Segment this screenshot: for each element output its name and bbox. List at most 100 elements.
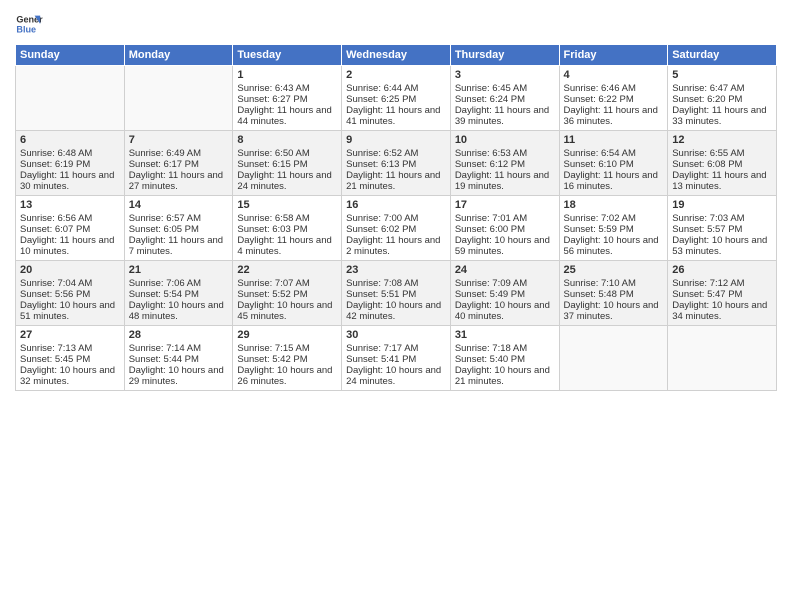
day-info: Daylight: 11 hours and 30 minutes. [20, 170, 120, 192]
weekday-header-row: SundayMondayTuesdayWednesdayThursdayFrid… [16, 45, 777, 66]
calendar-cell [668, 326, 777, 391]
calendar-cell: 29Sunrise: 7:15 AMSunset: 5:42 PMDayligh… [233, 326, 342, 391]
day-info: Sunrise: 6:48 AM [20, 148, 120, 159]
weekday-header-cell: Friday [559, 45, 668, 66]
day-info: Sunset: 5:47 PM [672, 289, 772, 300]
day-number: 13 [20, 199, 120, 211]
day-number: 18 [564, 199, 664, 211]
day-info: Sunset: 5:56 PM [20, 289, 120, 300]
calendar-cell: 9Sunrise: 6:52 AMSunset: 6:13 PMDaylight… [342, 131, 451, 196]
day-info: Daylight: 11 hours and 13 minutes. [672, 170, 772, 192]
calendar-cell: 14 Sunrise: 6:57 AMSunset: 6:05 PMDayligh… [124, 196, 233, 261]
calendar-cell: 25 Sunrise: 7:10 AMSunset: 5:48 PMDayligh… [559, 261, 668, 326]
day-info: Sunrise: 7:12 AM [672, 278, 772, 289]
day-info: Daylight: 11 hours and 36 minutes. [564, 105, 664, 127]
day-number: 25 [564, 264, 664, 276]
day-info: Sunset: 5:59 PM [564, 224, 664, 235]
calendar-week-row: 20Sunrise: 7:04 AMSunset: 5:56 PMDayligh… [16, 261, 777, 326]
calendar-cell: 1Sunrise: 6:43 AMSunset: 6:27 PMDaylight… [233, 66, 342, 131]
day-info: Sunrise: 6:57 AM [129, 213, 229, 224]
day-number: 21 [129, 264, 229, 276]
day-info: Sunrise: 7:17 AM [346, 343, 446, 354]
day-info: Daylight: 10 hours and 21 minutes. [455, 365, 555, 387]
day-info: Daylight: 10 hours and 26 minutes. [237, 365, 337, 387]
day-info: Daylight: 10 hours and 48 minutes. [129, 300, 229, 322]
logo-icon: General Blue [15, 10, 43, 38]
weekday-header-cell: Wednesday [342, 45, 451, 66]
day-info: Sunset: 6:10 PM [564, 159, 664, 170]
day-info: Sunset: 5:54 PM [129, 289, 229, 300]
day-info: Sunrise: 7:03 AM [672, 213, 772, 224]
calendar-cell [16, 66, 125, 131]
calendar-week-row: 6Sunrise: 6:48 AMSunset: 6:19 PMDaylight… [16, 131, 777, 196]
day-info: Daylight: 11 hours and 2 minutes. [346, 235, 446, 257]
calendar-cell [124, 66, 233, 131]
calendar-cell: 7Sunrise: 6:49 AMSunset: 6:17 PMDaylight… [124, 131, 233, 196]
day-info: Sunset: 6:24 PM [455, 94, 555, 105]
day-info: Daylight: 10 hours and 37 minutes. [564, 300, 664, 322]
day-info: Sunset: 6:27 PM [237, 94, 337, 105]
day-number: 12 [672, 134, 772, 146]
day-number: 16 [346, 199, 446, 211]
calendar-cell: 31Sunrise: 7:18 AMSunset: 5:40 PMDayligh… [450, 326, 559, 391]
calendar-cell: 15Sunrise: 6:58 AMSunset: 6:03 PMDayligh… [233, 196, 342, 261]
weekday-header-cell: Sunday [16, 45, 125, 66]
day-number: 11 [564, 134, 664, 146]
day-info: Sunrise: 7:18 AM [455, 343, 555, 354]
calendar-cell: 20Sunrise: 7:04 AMSunset: 5:56 PMDayligh… [16, 261, 125, 326]
calendar-body: 1Sunrise: 6:43 AMSunset: 6:27 PMDaylight… [16, 66, 777, 391]
calendar-cell: 13Sunrise: 6:56 AMSunset: 6:07 PMDayligh… [16, 196, 125, 261]
day-number: 3 [455, 69, 555, 81]
calendar-cell: 24Sunrise: 7:09 AMSunset: 5:49 PMDayligh… [450, 261, 559, 326]
day-number: 7 [129, 134, 229, 146]
day-info: Sunset: 6:07 PM [20, 224, 120, 235]
day-info: Sunset: 6:13 PM [346, 159, 446, 170]
day-number: 1 [237, 69, 337, 81]
day-info: Sunset: 5:44 PM [129, 354, 229, 365]
day-number: 17 [455, 199, 555, 211]
day-info: Sunrise: 6:44 AM [346, 83, 446, 94]
day-number: 10 [455, 134, 555, 146]
day-info: Daylight: 10 hours and 56 minutes. [564, 235, 664, 257]
weekday-header-cell: Saturday [668, 45, 777, 66]
day-info: Sunset: 6:19 PM [20, 159, 120, 170]
calendar-week-row: 1Sunrise: 6:43 AMSunset: 6:27 PMDaylight… [16, 66, 777, 131]
calendar-week-row: 13Sunrise: 6:56 AMSunset: 6:07 PMDayligh… [16, 196, 777, 261]
day-info: Daylight: 10 hours and 29 minutes. [129, 365, 229, 387]
day-info: Daylight: 11 hours and 33 minutes. [672, 105, 772, 127]
calendar-cell: 2Sunrise: 6:44 AMSunset: 6:25 PMDaylight… [342, 66, 451, 131]
weekday-header-cell: Monday [124, 45, 233, 66]
day-info: Sunrise: 7:13 AM [20, 343, 120, 354]
logo: General Blue [15, 10, 47, 38]
day-info: Daylight: 10 hours and 42 minutes. [346, 300, 446, 322]
day-number: 29 [237, 329, 337, 341]
day-number: 30 [346, 329, 446, 341]
day-info: Sunrise: 7:10 AM [564, 278, 664, 289]
calendar-cell: 12Sunrise: 6:55 AMSunset: 6:08 PMDayligh… [668, 131, 777, 196]
day-number: 14 [129, 199, 229, 211]
day-info: Sunset: 6:05 PM [129, 224, 229, 235]
calendar-cell: 27Sunrise: 7:13 AMSunset: 5:45 PMDayligh… [16, 326, 125, 391]
calendar-cell: 16Sunrise: 7:00 AMSunset: 6:02 PMDayligh… [342, 196, 451, 261]
calendar-table: SundayMondayTuesdayWednesdayThursdayFrid… [15, 44, 777, 391]
day-info: Daylight: 10 hours and 45 minutes. [237, 300, 337, 322]
day-number: 27 [20, 329, 120, 341]
day-number: 9 [346, 134, 446, 146]
calendar-cell: 5Sunrise: 6:47 AMSunset: 6:20 PMDaylight… [668, 66, 777, 131]
day-number: 19 [672, 199, 772, 211]
calendar-cell: 22Sunrise: 7:07 AMSunset: 5:52 PMDayligh… [233, 261, 342, 326]
day-info: Daylight: 10 hours and 40 minutes. [455, 300, 555, 322]
calendar-cell: 17Sunrise: 7:01 AMSunset: 6:00 PMDayligh… [450, 196, 559, 261]
day-number: 5 [672, 69, 772, 81]
calendar-cell: 8Sunrise: 6:50 AMSunset: 6:15 PMDaylight… [233, 131, 342, 196]
header: General Blue [15, 10, 777, 38]
day-number: 31 [455, 329, 555, 341]
day-number: 24 [455, 264, 555, 276]
svg-text:Blue: Blue [16, 24, 36, 34]
day-info: Daylight: 11 hours and 7 minutes. [129, 235, 229, 257]
day-info: Daylight: 10 hours and 24 minutes. [346, 365, 446, 387]
day-info: Sunrise: 6:45 AM [455, 83, 555, 94]
day-number: 2 [346, 69, 446, 81]
calendar-cell: 21Sunrise: 7:06 AMSunset: 5:54 PMDayligh… [124, 261, 233, 326]
day-info: Sunset: 5:48 PM [564, 289, 664, 300]
